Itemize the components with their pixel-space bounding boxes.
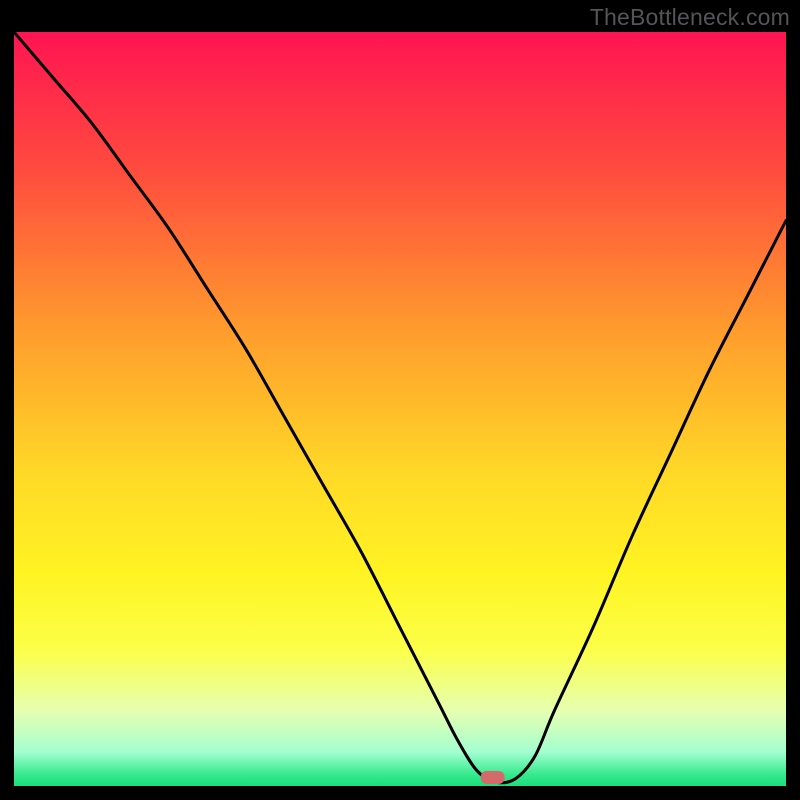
chart-svg [14,32,786,786]
gradient-rect [14,32,786,786]
plot-area [14,32,786,786]
watermark-text: TheBottleneck.com [590,4,790,31]
chart-frame: TheBottleneck.com [0,0,800,800]
marker-point [481,771,505,784]
